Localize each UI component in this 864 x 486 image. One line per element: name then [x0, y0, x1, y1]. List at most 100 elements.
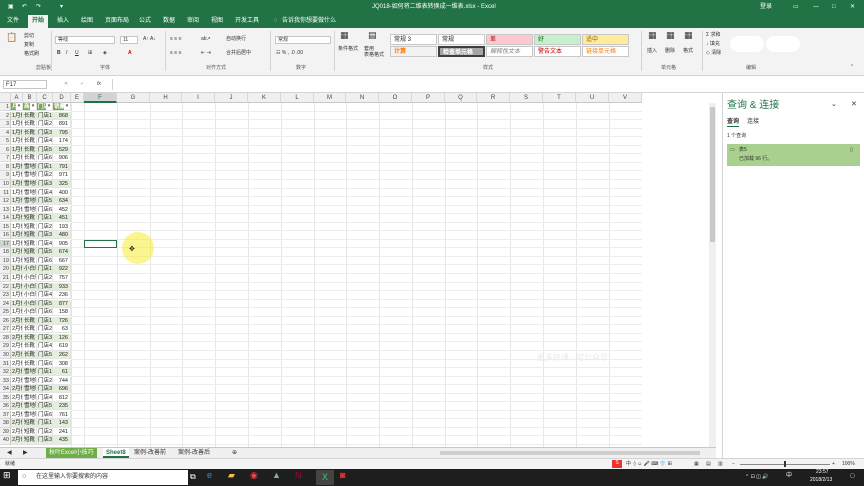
enter-icon[interactable]: ✓: [80, 81, 84, 88]
app-icon[interactable]: ▲: [272, 471, 281, 480]
table-cell[interactable]: 门店1: [37, 368, 53, 377]
fill-color-icon[interactable]: ◈: [103, 50, 107, 57]
close-icon[interactable]: ✕: [850, 0, 855, 15]
recorder-icon[interactable]: ◙: [340, 471, 345, 480]
table-cell[interactable]: 63: [53, 325, 71, 334]
table-cell[interactable]: 门店5: [37, 197, 53, 206]
table-cell[interactable]: 小白鞋: [23, 265, 37, 274]
format-cells-icon[interactable]: ▦: [684, 31, 693, 40]
row-header[interactable]: 7: [0, 154, 11, 163]
sheet-tab-2[interactable]: Sheet8: [103, 448, 129, 458]
row-header[interactable]: 8: [0, 162, 11, 172]
taskbar-search[interactable]: ○ 在这里输入你要搜索的内容: [18, 470, 188, 485]
table-cell[interactable]: 门店4: [37, 137, 53, 146]
ime-toolbar[interactable]: 中 ·) ☺ 🎤 ⌨ 👕 ⊞: [626, 461, 672, 468]
column-header[interactable]: E: [71, 93, 84, 103]
table-cell[interactable]: 1月份: [11, 308, 23, 317]
pane-tab-queries[interactable]: 查询: [727, 119, 740, 127]
table-cell[interactable]: 2月份: [11, 368, 23, 377]
page-layout-icon[interactable]: ▤: [706, 461, 711, 468]
table-cell[interactable]: 1月份: [11, 299, 23, 308]
row-header[interactable]: 31: [0, 359, 11, 368]
table-cell[interactable]: 门店6: [37, 205, 53, 214]
paste-icon[interactable]: 📋: [6, 33, 17, 42]
table-cell[interactable]: 短靴: [23, 256, 37, 266]
table-cell[interactable]: 480: [53, 231, 71, 240]
ime-indicator[interactable]: 中: [786, 473, 792, 480]
row-header[interactable]: 4: [0, 128, 11, 137]
merge-center-button[interactable]: 合并后居中: [226, 50, 251, 57]
tab-scroll-right-icon[interactable]: ▶: [20, 448, 31, 458]
row-header[interactable]: 26: [0, 316, 11, 325]
table-cell[interactable]: 1月份: [11, 256, 23, 266]
table-cell[interactable]: 1月份: [11, 239, 23, 248]
table-cell[interactable]: 696: [53, 385, 71, 394]
border-icon[interactable]: ⊞: [88, 50, 92, 57]
table-cell[interactable]: 325: [53, 179, 71, 189]
table-cell[interactable]: 短靴: [23, 231, 37, 240]
table-cell[interactable]: 2月份: [11, 427, 23, 437]
table-cell[interactable]: 61: [53, 368, 71, 377]
format-cells-button[interactable]: 格式: [683, 48, 693, 55]
table-cell[interactable]: 小白鞋: [23, 299, 37, 308]
table-cell[interactable]: 雪地靴: [23, 205, 37, 214]
table-cell[interactable]: 门店5: [37, 248, 53, 257]
table-cell[interactable]: 143: [53, 419, 71, 428]
row-header[interactable]: 28: [0, 333, 11, 343]
table-cell[interactable]: 1月份: [11, 205, 23, 214]
table-cell[interactable]: 雪地靴: [23, 376, 37, 385]
row-header[interactable]: 29: [0, 342, 11, 351]
column-header[interactable]: A: [11, 93, 23, 103]
tab-data[interactable]: 数据: [159, 15, 179, 28]
italic-icon[interactable]: I: [66, 50, 67, 57]
horizontal-scrollbar[interactable]: [440, 451, 700, 455]
filter-dropdown-icon[interactable]: ▾: [16, 103, 22, 110]
table-cell[interactable]: 236: [53, 291, 71, 300]
tab-view[interactable]: 视图: [207, 15, 227, 28]
table-cell[interactable]: 长靴: [23, 359, 37, 368]
table-header-cell[interactable]: 门店 ▾: [37, 103, 53, 112]
quick-access-chevron-icon[interactable]: ▾: [60, 0, 63, 15]
table-cell[interactable]: 451: [53, 214, 71, 223]
table-cell[interactable]: 长靴: [23, 137, 37, 146]
table-cell[interactable]: 门店4: [37, 239, 53, 248]
table-cell[interactable]: 2月份: [11, 419, 23, 428]
row-header[interactable]: 35: [0, 393, 11, 402]
task-view-icon[interactable]: ⧉: [190, 473, 196, 481]
fx-icon[interactable]: fx: [97, 81, 101, 88]
pane-close-icon[interactable]: ✕: [851, 101, 857, 108]
table-cell[interactable]: 1月份: [11, 111, 23, 120]
find-select-button[interactable]: [766, 36, 800, 52]
row-header[interactable]: 18: [0, 248, 11, 257]
table-cell[interactable]: 长靴: [23, 145, 37, 154]
row-header[interactable]: 14: [0, 214, 11, 223]
tab-file[interactable]: 文件: [3, 15, 23, 28]
tab-formulas[interactable]: 公式: [135, 15, 155, 28]
table-cell[interactable]: 1月份: [11, 197, 23, 206]
redo-icon[interactable]: ↷: [36, 0, 41, 15]
minimize-icon[interactable]: —: [813, 0, 819, 15]
vertical-scrollbar[interactable]: [709, 103, 716, 447]
table-cell[interactable]: 雪地靴: [23, 410, 37, 419]
align-top-icon[interactable]: ≡ ≡ ≡: [170, 36, 182, 43]
table-cell[interactable]: 雪地靴: [23, 385, 37, 394]
row-header[interactable]: 37: [0, 410, 11, 419]
table-cell[interactable]: 1月份: [11, 265, 23, 274]
table-header-cell[interactable]: 月份▾: [11, 103, 23, 112]
table-cell[interactable]: 门店4: [37, 393, 53, 402]
table-cell[interactable]: 门店4: [37, 291, 53, 300]
table-cell[interactable]: 短靴: [23, 436, 37, 445]
tab-insert[interactable]: 插入: [53, 15, 73, 28]
row-header[interactable]: 16: [0, 231, 11, 240]
style-warning[interactable]: 警告文本: [534, 46, 581, 57]
table-cell[interactable]: 1月份: [11, 188, 23, 197]
row-header[interactable]: 10: [0, 179, 11, 189]
table-cell[interactable]: 门店6: [37, 154, 53, 163]
table-format-icon[interactable]: ▤: [368, 31, 377, 40]
filter-dropdown-icon[interactable]: ▾: [30, 103, 36, 110]
table-cell[interactable]: 雪地靴: [23, 197, 37, 206]
table-cell[interactable]: 2月份: [11, 402, 23, 411]
table-cell[interactable]: 400: [53, 188, 71, 197]
table-cell[interactable]: 2月份: [11, 393, 23, 402]
sheet-tab-4[interactable]: 案例-改善后: [175, 448, 213, 458]
